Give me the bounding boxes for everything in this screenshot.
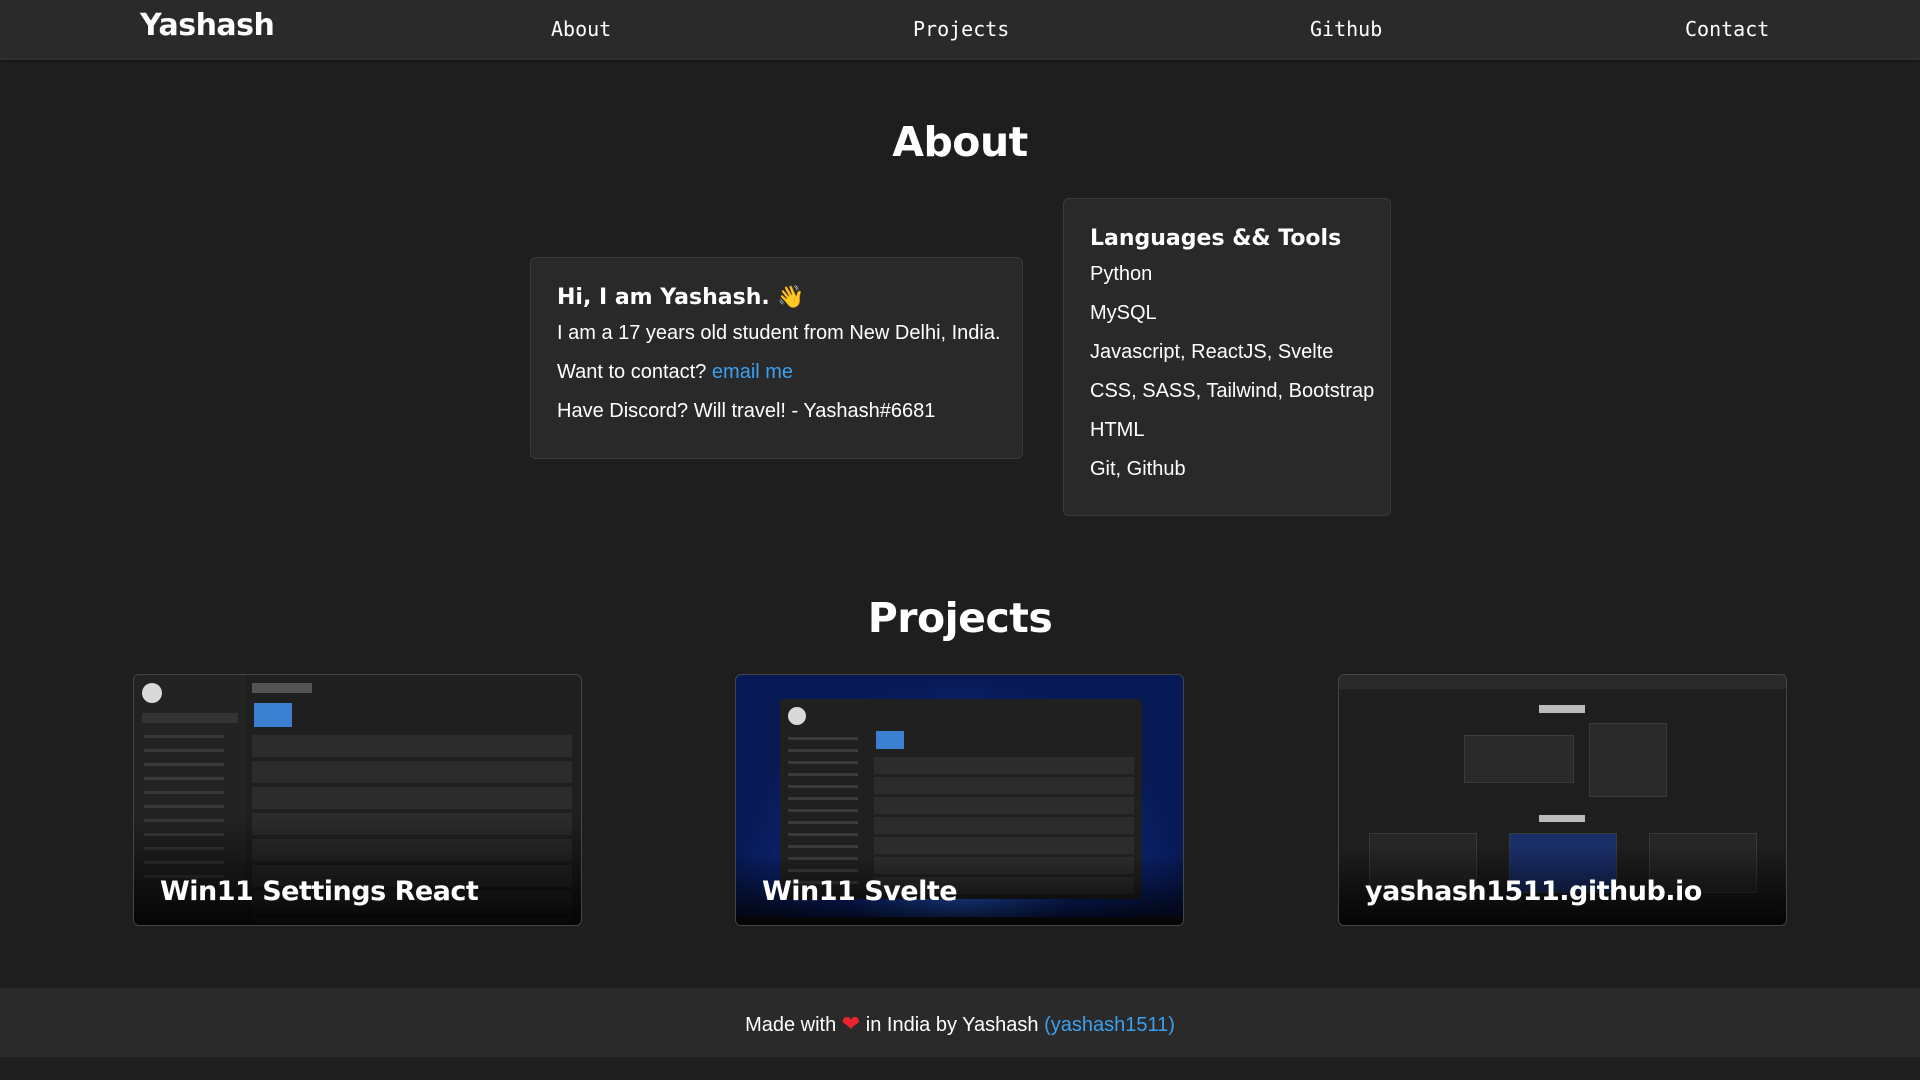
tool-item: CSS, SASS, Tailwind, Bootstrap [1090,380,1375,402]
navbar: Yashash About Projects Github Contact [0,0,1920,60]
tool-item: Git, Github [1090,458,1186,480]
footer: Made with ❤ in India by Yashash (yashash… [0,988,1920,1057]
project-card-win11-svelte[interactable]: Win11 Svelte [735,674,1184,926]
preview-tools-card [1589,723,1667,797]
project-card-portfolio[interactable]: yashash1511.github.io [1338,674,1787,926]
about-title: About [892,118,1028,166]
tools-heading: Languages && Tools [1090,226,1342,251]
discord-line: Have Discord? Will travel! - Yashash#668… [557,400,936,422]
github-handle-link[interactable]: (yashash1511) [1044,1014,1175,1036]
preview-wallpaper [254,703,292,727]
preview-projects-heading [1539,815,1585,822]
preview-search [142,713,238,723]
email-link[interactable]: email me [712,361,793,383]
nav-link-projects[interactable]: Projects [913,17,1009,41]
wave-emoji-icon: 👋 [777,285,805,310]
intro-heading: Hi, I am Yashash. 👋 [557,285,996,310]
intro-line: I am a 17 years old student from New Del… [557,322,1001,344]
preview-avatar [788,707,806,725]
tool-item: Javascript, ReactJS, Svelte [1090,341,1334,363]
preview-avatar [142,683,162,703]
tool-item: Python [1090,263,1153,285]
project-title: Win11 Svelte [762,876,958,907]
preview-navbar [1339,675,1786,689]
project-card-win11-settings-react[interactable]: Win11 Settings React [133,674,582,926]
heart-icon: ❤ [841,1011,861,1036]
nav-link-github[interactable]: Github [1310,17,1382,41]
preview-heading [1539,705,1585,713]
intro-heading-text: Hi, I am Yashash. [557,285,770,310]
preview-intro-card [1464,735,1574,783]
project-title: yashash1511.github.io [1365,876,1702,907]
projects-title: Projects [867,594,1053,642]
contact-prefix: Want to contact? [557,361,707,383]
tool-item: HTML [1090,419,1145,441]
project-title: Win11 Settings React [160,876,479,907]
intro-card: Hi, I am Yashash. 👋 I am a 17 years old … [530,257,1023,459]
preview-heading [252,683,312,693]
tool-item: MySQL [1090,302,1157,324]
nav-link-about[interactable]: About [551,17,611,41]
footer-text: Made with ❤ in India by Yashash (yashash… [0,1011,1920,1037]
footer-in-india: in India by Yashash [865,1014,1039,1036]
tools-card: Languages && Tools Python MySQL Javascri… [1063,198,1391,516]
contact-line: Want to contact? email me [557,361,996,383]
preview-wallpaper [876,731,904,749]
project-shade [134,815,581,925]
nav-link-contact[interactable]: Contact [1685,17,1769,41]
brand-logo[interactable]: Yashash [140,8,275,43]
footer-made-with: Made with [745,1014,837,1036]
